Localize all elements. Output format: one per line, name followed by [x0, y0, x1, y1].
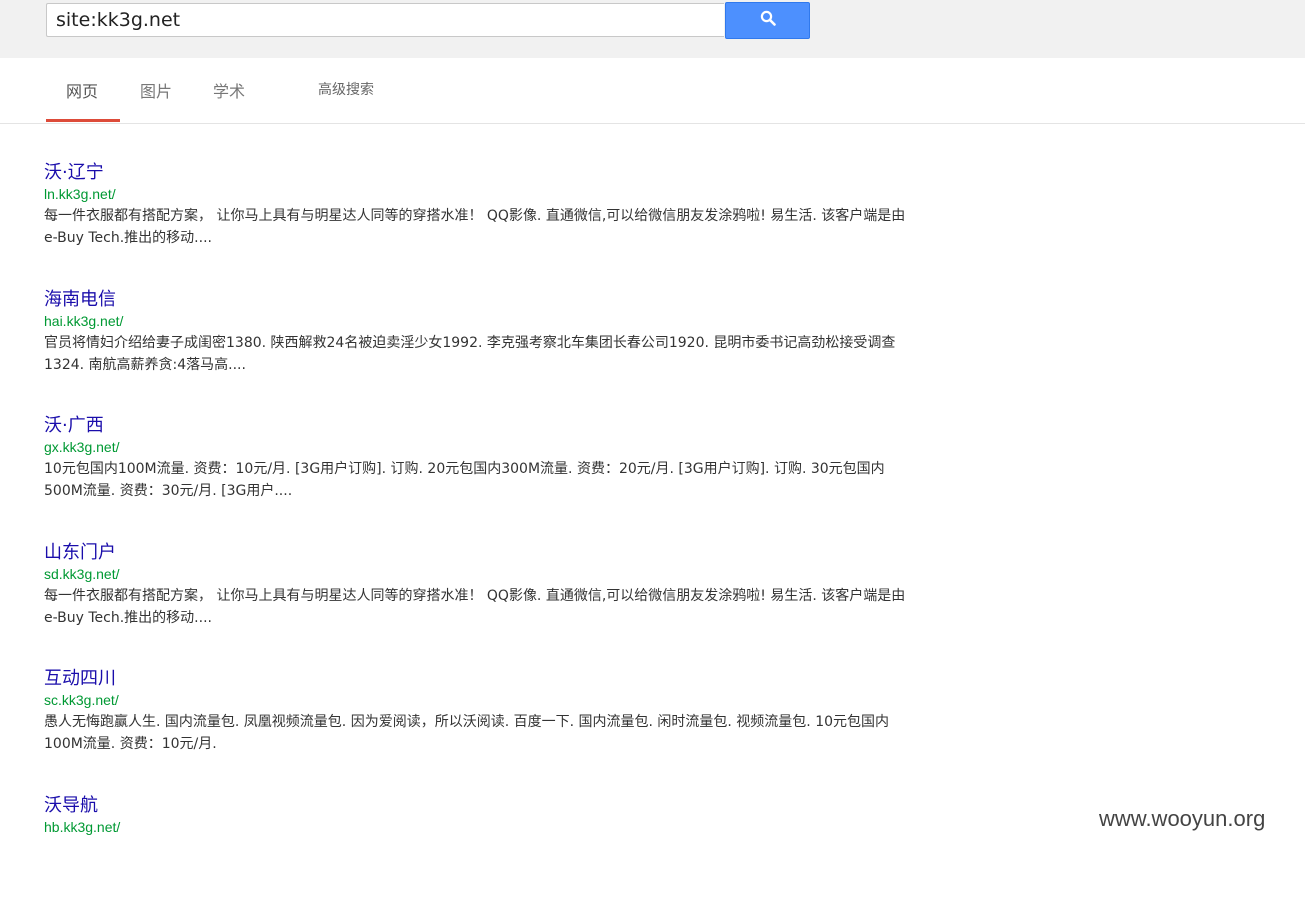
result-snippet: 10元包国内100M流量. 资费：10元/月. [3G用户订购]. 订购. 20…	[44, 458, 906, 502]
result-snippet: 官员将情妇介绍给妻子成闺密1380. 陕西解救24名被迫卖淫少女1992. 李克…	[44, 332, 906, 376]
result-item: 沃导航 hb.kk3g.net/	[44, 794, 914, 920]
search-button[interactable]	[725, 2, 810, 39]
active-tab-indicator	[46, 119, 120, 122]
search-results: 沃·辽宁 ln.kk3g.net/ 每一件衣服都有搭配方案， 让你马上具有与明星…	[44, 161, 914, 920]
result-url[interactable]: ln.kk3g.net/	[44, 185, 914, 203]
result-url[interactable]: sd.kk3g.net/	[44, 565, 914, 583]
result-url[interactable]: hai.kk3g.net/	[44, 312, 914, 330]
search-header	[0, 0, 1305, 58]
search-input[interactable]	[46, 3, 724, 37]
tab-images[interactable]: 图片	[140, 78, 172, 102]
result-item: 互动四川 sc.kk3g.net/ 愚人无悔跑赢人生. 国内流量包. 凤凰视频流…	[44, 667, 914, 794]
result-item: 海南电信 hai.kk3g.net/ 官员将情妇介绍给妻子成闺密1380. 陕西…	[44, 288, 914, 415]
result-item: 沃·广西 gx.kk3g.net/ 10元包国内100M流量. 资费：10元/月…	[44, 414, 914, 541]
result-snippet: 每一件衣服都有搭配方案， 让你马上具有与明星达人同等的穿搭水准！ QQ影像. 直…	[44, 585, 906, 629]
result-snippet: 愚人无悔跑赢人生. 国内流量包. 凤凰视频流量包. 因为爱阅读，所以沃阅读. 百…	[44, 711, 906, 755]
advanced-search-link[interactable]: 高级搜索	[318, 79, 374, 99]
result-title[interactable]: 沃·辽宁	[44, 161, 914, 185]
result-title[interactable]: 沃·广西	[44, 414, 914, 438]
result-title[interactable]: 互动四川	[44, 667, 914, 691]
result-title[interactable]: 山东门户	[44, 541, 914, 565]
result-title[interactable]: 沃导航	[44, 794, 914, 818]
result-url[interactable]: gx.kk3g.net/	[44, 438, 914, 456]
result-title[interactable]: 海南电信	[44, 288, 914, 312]
search-icon	[760, 10, 776, 26]
watermark-text: www.wooyun.org	[1099, 806, 1265, 832]
result-item: 山东门户 sd.kk3g.net/ 每一件衣服都有搭配方案， 让你马上具有与明星…	[44, 541, 914, 668]
result-url[interactable]: sc.kk3g.net/	[44, 691, 914, 709]
result-snippet: 每一件衣服都有搭配方案， 让你马上具有与明星达人同等的穿搭水准！ QQ影像. 直…	[44, 205, 906, 249]
result-item: 沃·辽宁 ln.kk3g.net/ 每一件衣服都有搭配方案， 让你马上具有与明星…	[44, 161, 914, 288]
vertical-tabs: 网页 图片 学术 高级搜索	[0, 58, 1305, 124]
result-url[interactable]: hb.kk3g.net/	[44, 818, 914, 836]
tab-web[interactable]: 网页	[66, 78, 98, 102]
tab-scholar[interactable]: 学术	[213, 78, 245, 102]
